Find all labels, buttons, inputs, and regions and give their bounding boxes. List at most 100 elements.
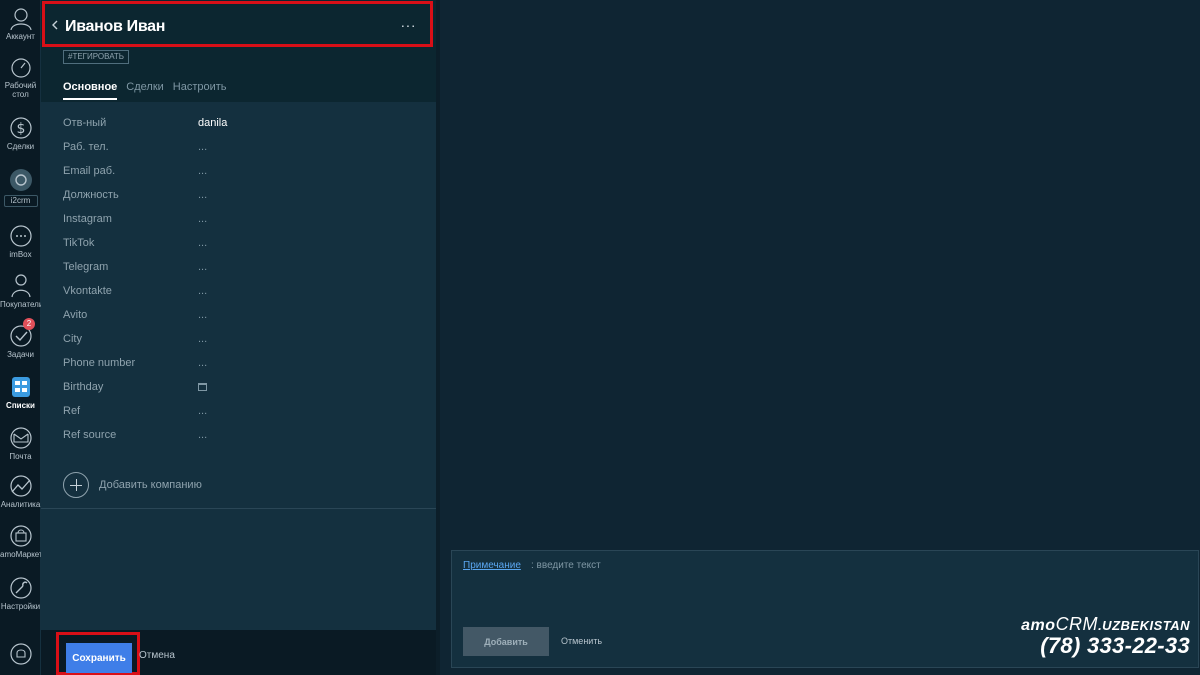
nav-item-deals[interactable]: $ Сделки: [0, 116, 41, 151]
field-value[interactable]: ...: [198, 333, 207, 345]
more-menu-icon[interactable]: ···: [401, 17, 417, 33]
nav-item-market[interactable]: amoМаркет: [0, 524, 43, 559]
calendar-icon[interactable]: [198, 383, 207, 391]
plus-circle-icon: [63, 472, 89, 498]
field-value[interactable]: ...: [198, 309, 207, 321]
title-highlight: Иванов Иван ···: [42, 1, 433, 47]
analytics-chart-icon: [9, 475, 32, 497]
field-value[interactable]: ...: [198, 357, 207, 369]
field-row: Ref...: [63, 405, 423, 429]
field-label: Instagram: [63, 213, 112, 225]
field-row: Vkontakte...: [63, 285, 423, 309]
nav-label-mail: Почта: [9, 452, 32, 461]
field-value[interactable]: ...: [198, 429, 207, 441]
note-type-link[interactable]: Примечание: [463, 560, 521, 571]
envelope-icon: [9, 427, 32, 449]
nav-item-tasks[interactable]: 2 Задачи: [0, 318, 41, 359]
brand-amo: amo: [1021, 617, 1056, 634]
wrench-icon: [9, 577, 32, 599]
svg-text:$: $: [16, 121, 25, 137]
field-row: Phone number...: [63, 357, 423, 381]
cancel-link[interactable]: Отмена: [139, 650, 175, 661]
field-label: Email раб.: [63, 165, 116, 177]
nav-label-dashboard-1: Рабочий: [4, 81, 37, 90]
nav-item-mail[interactable]: Почта: [0, 426, 41, 461]
field-value[interactable]: danila: [198, 117, 227, 129]
field-label: Раб. тел.: [63, 141, 109, 153]
save-button[interactable]: Сохранить: [66, 643, 132, 673]
field-label: TikTok: [63, 237, 95, 249]
field-value[interactable]: ...: [198, 165, 207, 177]
dollar-icon: $: [9, 117, 32, 139]
field-row: Раб. тел....: [63, 141, 423, 165]
nav-item-buyers[interactable]: Покупатели: [0, 272, 44, 309]
card-tabs: Основное Сделки Настроить: [63, 81, 236, 100]
field-label: Avito: [63, 309, 88, 321]
tab-deals[interactable]: Сделки: [126, 81, 164, 98]
field-row: TikTok...: [63, 237, 423, 261]
watermark-phone: (78) 333-22-33: [1040, 633, 1190, 658]
field-label: Ref source: [63, 429, 117, 441]
field-label: Phone number: [63, 357, 136, 369]
divider: [41, 508, 436, 509]
field-label: Telegram: [63, 261, 109, 273]
add-note-button[interactable]: Добавить: [463, 627, 549, 656]
card-footer: Сохранить Отмена: [41, 630, 436, 675]
nav-rail: Аккаунт Рабочий стол $ Сделки i2crm imBo…: [0, 0, 44, 675]
nav-label-account: Аккаунт: [6, 32, 35, 41]
bell-icon: [9, 643, 32, 665]
field-value[interactable]: ...: [198, 285, 207, 297]
nav-label-dashboard-2: стол: [12, 90, 29, 99]
field-value[interactable]: ...: [198, 261, 207, 273]
i2crm-logo-icon: [9, 169, 32, 191]
nav-item-dashboard[interactable]: Рабочий стол: [0, 57, 41, 99]
nav-item-analytics[interactable]: Аналитика: [0, 474, 41, 509]
speedometer-icon: [10, 58, 31, 78]
field-label: Ref: [63, 405, 81, 417]
lists-icon: [11, 377, 30, 397]
field-row: Birthday: [63, 381, 423, 405]
nav-item-lists[interactable]: Списки: [0, 375, 41, 410]
feed-area: Примечание : введите текст Добавить Отме…: [440, 0, 1200, 675]
field-row: City...: [63, 333, 423, 357]
field-label: Отв-ный: [63, 117, 107, 129]
nav-item-imbox[interactable]: imBox: [0, 224, 41, 259]
nav-label-tasks: Задачи: [7, 350, 34, 359]
tab-main[interactable]: Основное: [63, 81, 118, 100]
nav-item-settings[interactable]: Настройки: [0, 576, 41, 611]
field-value[interactable]: ...: [198, 237, 207, 249]
nav-label-lists: Списки: [6, 401, 35, 410]
nav-item-i2crm[interactable]: i2crm: [0, 168, 41, 207]
field-row: Email раб....: [63, 165, 423, 189]
field-row: Ref source...: [63, 429, 423, 453]
add-company-label: Добавить компанию: [99, 479, 202, 491]
user-avatar-icon: [9, 8, 32, 30]
card-header: Иванов Иван ··· #ТЕГИРОВАТЬ Основное Сдел…: [41, 0, 436, 102]
contact-card: Иванов Иван ··· #ТЕГИРОВАТЬ Основное Сдел…: [41, 0, 436, 675]
chevron-left-icon[interactable]: [52, 20, 58, 30]
nav-label-buyers: Покупатели: [0, 300, 44, 309]
tag-button[interactable]: #ТЕГИРОВАТЬ: [63, 50, 130, 64]
watermark-brand: amoCRM.UZBEKISTAN: [1021, 614, 1190, 635]
nav-item-notifications[interactable]: [0, 642, 41, 668]
field-label: Birthday: [63, 381, 104, 393]
field-row: Отв-ный danila: [63, 117, 423, 141]
note-input[interactable]: : введите текст: [531, 560, 601, 571]
brand-crm: CRM: [1055, 614, 1099, 634]
nav-item-account[interactable]: Аккаунт: [0, 6, 41, 41]
tab-configure[interactable]: Настроить: [173, 81, 227, 98]
field-value[interactable]: ...: [198, 189, 207, 201]
brand-uz: .UZBEKISTAN: [1098, 618, 1190, 633]
field-value[interactable]: ...: [198, 213, 207, 225]
field-value[interactable]: ...: [198, 141, 207, 153]
market-bag-icon: [9, 525, 32, 547]
buyers-icon: [10, 274, 31, 298]
field-row: Instagram...: [63, 213, 423, 237]
chat-bubble-icon: [9, 225, 32, 247]
field-label: Должность: [63, 189, 119, 201]
field-value[interactable]: ...: [198, 405, 207, 417]
watermark: amoCRM.UZBEKISTAN (78) 333-22-33: [1021, 614, 1190, 659]
cancel-note-link[interactable]: Отменить: [561, 636, 602, 646]
contact-name[interactable]: Иванов Иван: [65, 18, 165, 36]
nav-label-deals: Сделки: [6, 142, 35, 151]
